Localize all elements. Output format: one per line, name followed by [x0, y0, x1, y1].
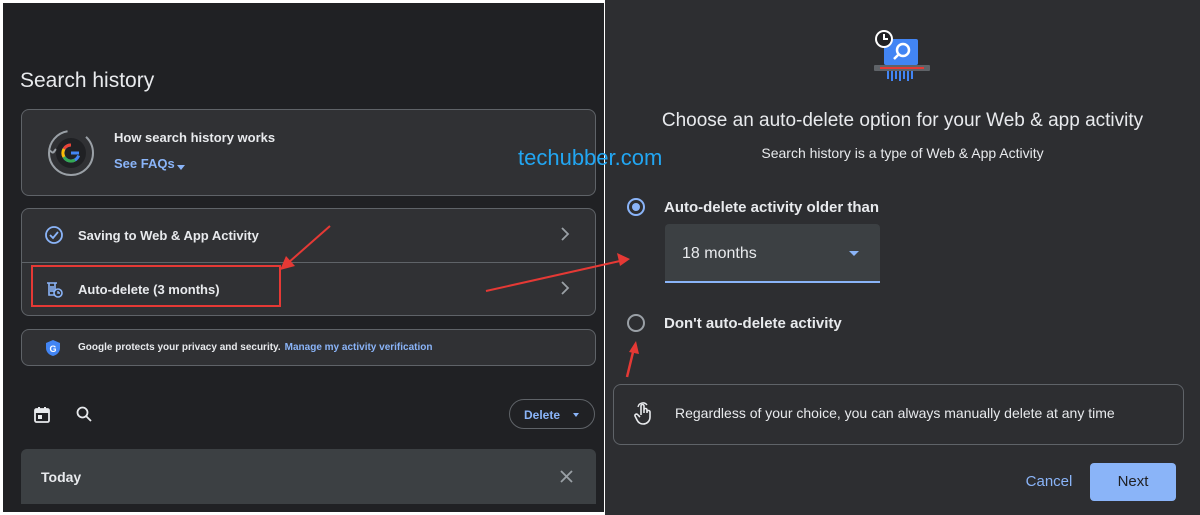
- auto-delete-dialog: Choose an auto-delete option for your We…: [605, 0, 1200, 515]
- manual-delete-note: Regardless of your choice, you can alway…: [613, 384, 1184, 445]
- search-icon[interactable]: [75, 405, 93, 423]
- caret-down-icon: [849, 251, 859, 256]
- manage-verification-link[interactable]: Manage my activity verification: [285, 342, 433, 353]
- shield-icon: G: [46, 340, 60, 356]
- search-history-panel: Search history How search history works …: [3, 3, 604, 512]
- today-label: Today: [41, 469, 82, 485]
- watermark: techubber.com: [518, 145, 663, 170]
- auto-delete-radio[interactable]: [627, 198, 645, 216]
- caret-down-icon: [573, 413, 579, 417]
- auto-delete-period-select[interactable]: 18 months: [665, 224, 880, 283]
- how-search-history-card: How search history works See FAQs: [21, 109, 596, 196]
- shredder-search-icon: [874, 30, 930, 81]
- svg-text:G: G: [49, 344, 56, 354]
- close-icon[interactable]: [559, 469, 574, 484]
- delete-label: Delete: [524, 408, 561, 422]
- today-header: Today: [21, 449, 596, 504]
- privacy-message: Google protects your privacy and securit…: [78, 342, 281, 353]
- note-text: Regardless of your choice, you can alway…: [675, 405, 1115, 421]
- chevron-right-icon: [561, 227, 570, 241]
- annotation-highlight-box: [31, 265, 281, 307]
- chevron-right-icon: [561, 281, 570, 295]
- auto-delete-option-label[interactable]: Auto-delete activity older than: [664, 199, 879, 216]
- chevron-down-icon[interactable]: [177, 165, 185, 170]
- how-card-title: How search history works: [114, 130, 276, 145]
- privacy-text: Google protects your privacy and securit…: [78, 342, 433, 353]
- hand-pointer-icon: [634, 402, 651, 425]
- dont-auto-delete-option-label[interactable]: Don't auto-delete activity: [664, 315, 842, 332]
- dialog-subtitle: Search history is a type of Web & App Ac…: [761, 145, 1044, 161]
- google-history-icon: [48, 130, 94, 176]
- check-circle-icon: [45, 226, 63, 244]
- dialog-title: Choose an auto-delete option for your We…: [661, 110, 1144, 131]
- saving-activity-label: Saving to Web & App Activity: [78, 228, 259, 243]
- privacy-card: G Google protects your privacy and secur…: [21, 329, 596, 366]
- saving-web-app-activity-row[interactable]: Saving to Web & App Activity: [22, 209, 595, 263]
- select-value: 18 months: [682, 245, 757, 262]
- dont-auto-delete-radio[interactable]: [627, 314, 645, 332]
- calendar-icon[interactable]: [33, 406, 51, 424]
- delete-dropdown-button[interactable]: Delete: [509, 399, 595, 429]
- page-title: Search history: [20, 69, 155, 92]
- next-button[interactable]: Next: [1090, 463, 1176, 501]
- cancel-button[interactable]: Cancel: [1013, 463, 1085, 501]
- see-faqs-link[interactable]: See FAQs: [114, 156, 175, 171]
